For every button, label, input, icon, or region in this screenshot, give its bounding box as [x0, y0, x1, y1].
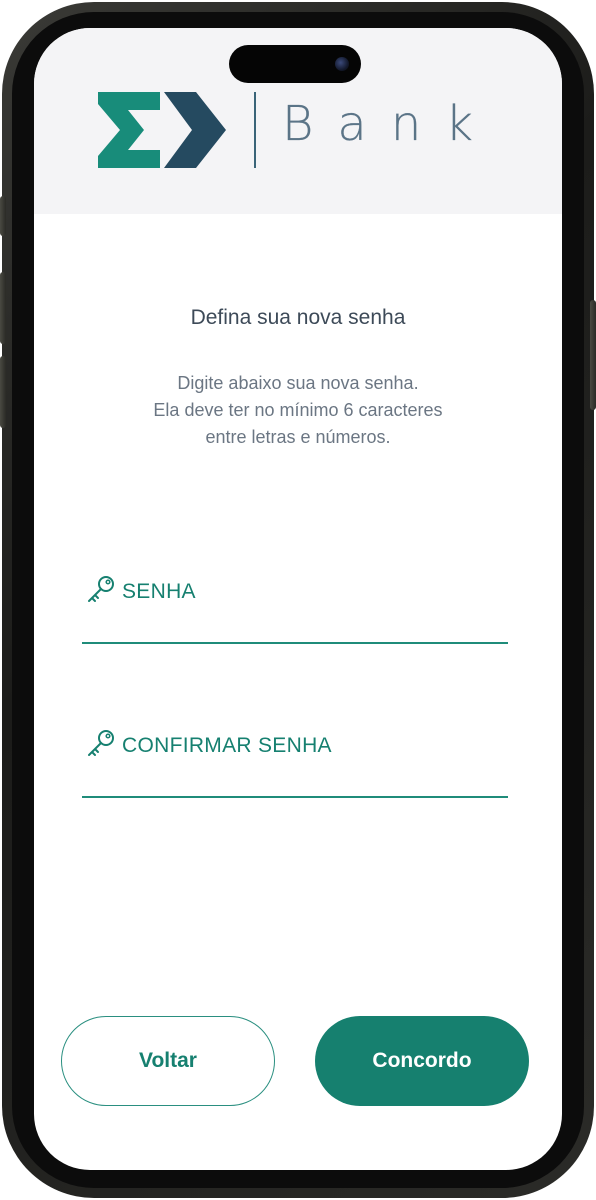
app-screen: Bank Defina sua nova senha Digite abaixo…	[34, 28, 562, 1170]
bank-logo: Bank	[98, 88, 478, 172]
key-icon	[86, 574, 116, 610]
password-field[interactable]: SENHA	[82, 574, 508, 644]
dynamic-island	[229, 45, 361, 83]
brand-name: Bank	[282, 96, 498, 152]
volume-down-button	[0, 272, 6, 344]
silent-switch	[0, 356, 6, 428]
page-title: Defina sua nova senha	[190, 306, 406, 329]
confirm-password-field[interactable]: CONFIRMAR SENHA	[82, 728, 508, 798]
page-description: Digite abaixo sua nova senha. Ela deve t…	[34, 370, 562, 451]
agree-button[interactable]: Concordo	[315, 1016, 529, 1106]
description-line: entre letras e números.	[205, 427, 391, 447]
key-icon	[86, 728, 116, 764]
password-label-text: SENHA	[122, 580, 196, 603]
back-button[interactable]: Voltar	[61, 1016, 275, 1106]
sigma-arrow-logo-icon	[98, 92, 226, 168]
camera-icon	[335, 57, 349, 71]
confirm-password-label: CONFIRMAR SENHA	[86, 728, 332, 764]
logo-divider	[254, 92, 256, 168]
password-label: SENHA	[86, 574, 196, 610]
phone-device: Bank Defina sua nova senha Digite abaixo…	[0, 0, 596, 1200]
description-line: Digite abaixo sua nova senha.	[177, 373, 419, 393]
power-button	[590, 300, 596, 410]
description-line: Ela deve ter no mínimo 6 caracteres	[153, 400, 443, 420]
confirm-password-label-text: CONFIRMAR SENHA	[122, 734, 332, 757]
volume-up-button	[0, 196, 6, 236]
